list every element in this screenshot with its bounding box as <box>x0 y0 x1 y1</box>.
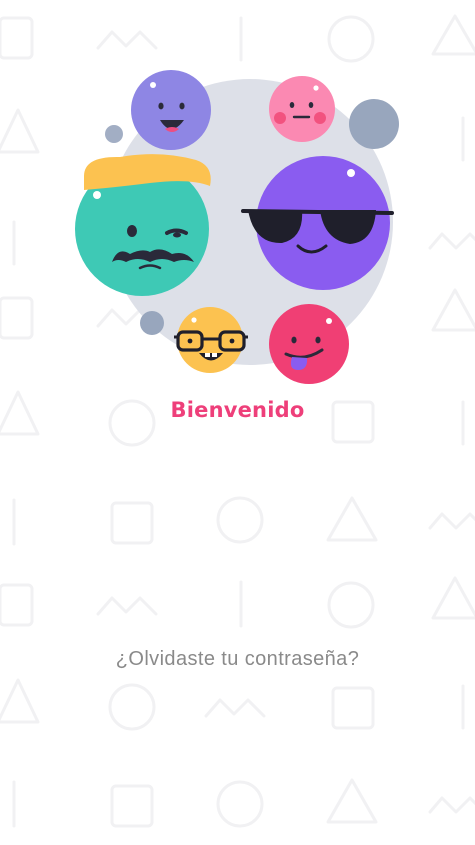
decor-dot-medium <box>140 311 164 335</box>
welcome-illustration <box>75 70 399 384</box>
decor-dot-large <box>349 99 399 149</box>
blushing-pink-face-icon <box>269 76 335 142</box>
forgot-password-link[interactable]: ¿Olvidaste tu contraseña? <box>0 648 475 671</box>
tongue-pink-face-icon <box>269 304 349 384</box>
decor-dot-small <box>105 125 123 143</box>
mustache-teal-face-icon <box>75 154 211 296</box>
welcome-title: Bienvenido <box>170 398 305 422</box>
laughing-purple-face-icon <box>131 70 211 150</box>
